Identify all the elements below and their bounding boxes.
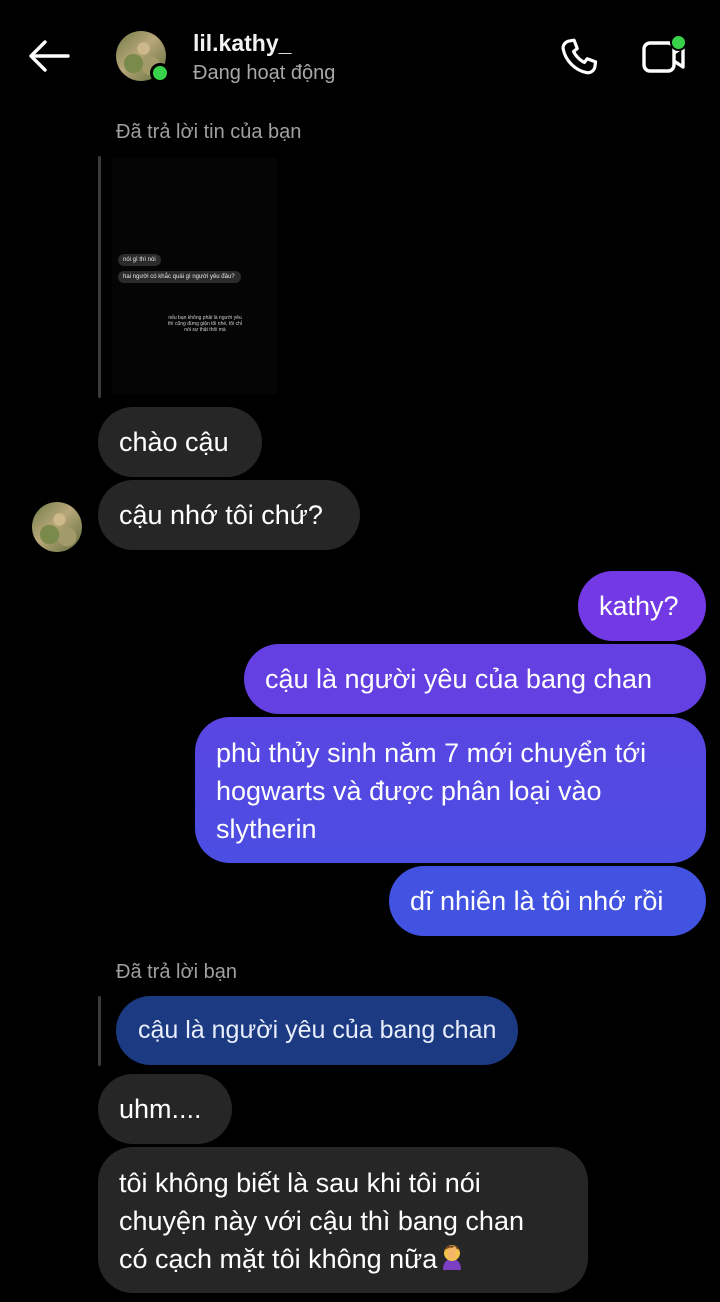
online-status-dot	[150, 63, 170, 83]
message-bubble-received[interactable]: uhm....	[98, 1074, 232, 1144]
sender-avatar[interactable]	[32, 502, 82, 552]
woman-facepalming-emoji-icon	[437, 1242, 467, 1272]
chat-header: lil.kathy_ Đang hoạt động	[0, 0, 720, 112]
reply-indicator-bar	[98, 996, 101, 1066]
message-reply-label: Đã trả lời bạn	[116, 961, 237, 983]
video-call-button[interactable]	[636, 32, 690, 82]
story-bubble: nói gì thì nói	[118, 254, 161, 266]
video-notification-dot	[670, 34, 687, 51]
avatar[interactable]	[116, 31, 170, 83]
message-bubble-sent[interactable]: phù thủy sinh năm 7 mới chuyển tới hogwa…	[195, 717, 706, 863]
reply-indicator-bar	[98, 156, 101, 398]
quoted-message[interactable]: cậu là người yêu của bang chan	[116, 996, 518, 1065]
message-bubble-received[interactable]: cậu nhớ tôi chứ?	[98, 480, 360, 550]
message-bubble-received[interactable]: chào cậu	[98, 407, 262, 477]
message-bubble-sent[interactable]: dĩ nhiên là tôi nhớ rồi	[389, 866, 706, 936]
story-caption: nếu bạn không phải là người yêu thì cũng…	[168, 315, 242, 333]
message-bubble-sent[interactable]: kathy?	[578, 571, 706, 641]
phone-icon	[561, 38, 598, 75]
story-bubble: hai người có khắc quái gì người yêu đâu?	[118, 271, 241, 283]
arrow-left-icon	[29, 40, 70, 72]
message-bubble-received[interactable]: tôi không biết là sau khi tôi nói chuyện…	[98, 1147, 588, 1293]
message-text: tôi không biết là sau khi tôi nói chuyện…	[119, 1168, 524, 1274]
back-button[interactable]	[22, 32, 76, 80]
active-status: Đang hoạt động	[193, 62, 336, 84]
message-bubble-sent[interactable]: cậu là người yêu của bang chan	[244, 644, 706, 714]
story-reply-label: Đã trả lời tin của bạn	[116, 121, 302, 143]
call-button[interactable]	[555, 34, 603, 80]
story-thumbnail[interactable]: nói gì thì nói hai người có khắc quái gì…	[112, 158, 277, 394]
username[interactable]: lil.kathy_	[193, 30, 291, 57]
